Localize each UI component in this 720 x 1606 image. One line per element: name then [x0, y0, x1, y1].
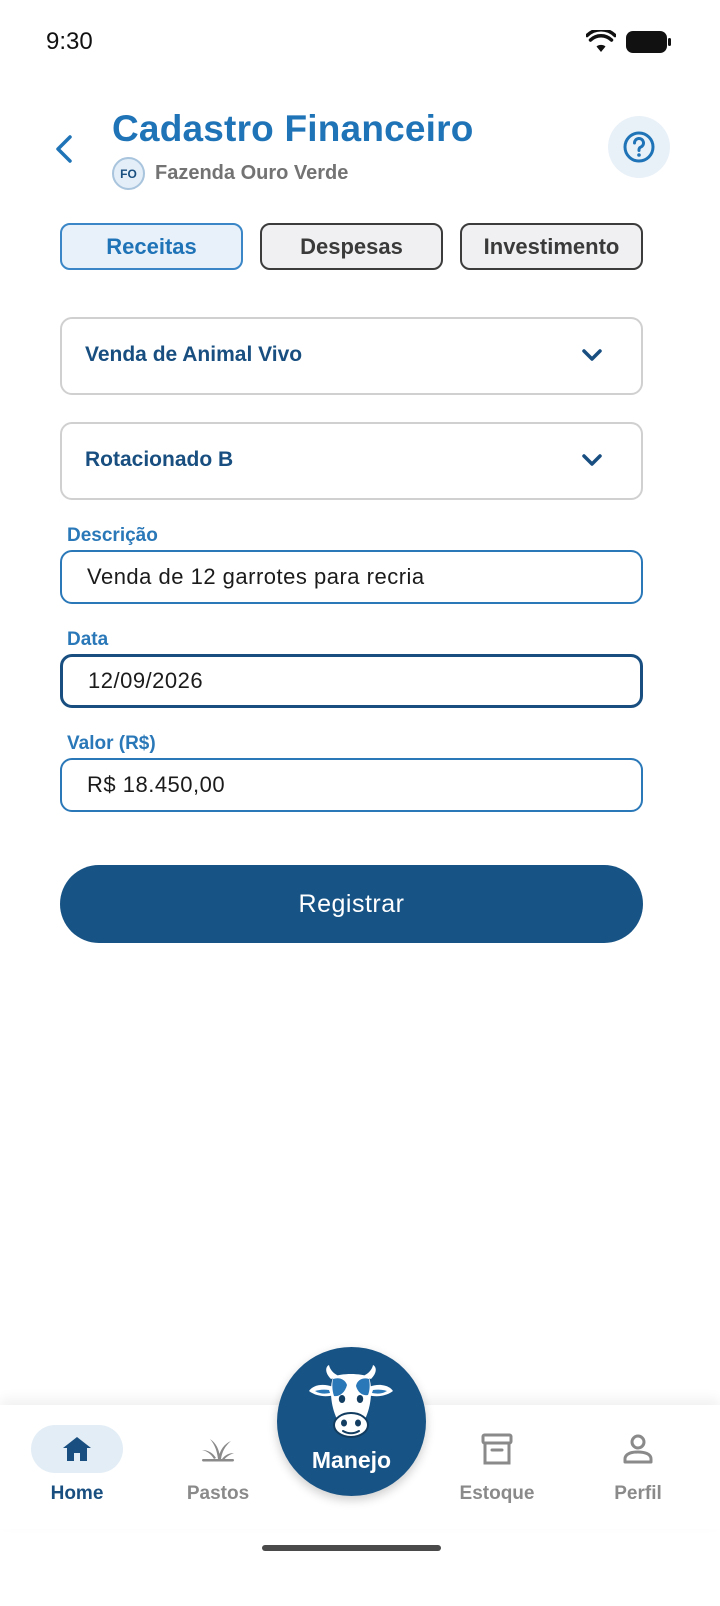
farm-selector: FO Fazenda Ouro Verde [112, 157, 348, 190]
nav-label-estoque: Estoque [459, 1483, 535, 1504]
tab-despesas[interactable]: Despesas [260, 223, 443, 270]
register-button[interactable]: Registrar [60, 865, 643, 943]
date-field[interactable] [60, 654, 643, 708]
nav-item-home[interactable]: Home [22, 1425, 132, 1515]
nav-item-perfil[interactable]: Perfil [583, 1425, 693, 1515]
amount-field[interactable] [60, 758, 643, 812]
cow-icon [309, 1365, 393, 1438]
back-button[interactable] [44, 126, 84, 172]
battery-icon [626, 31, 671, 53]
header: Cadastro Financeiro FO Fazenda Ouro Verd… [0, 100, 720, 200]
pasture-value: Rotacionado B [85, 448, 234, 471]
nav-label-pastos: Pastos [186, 1483, 250, 1504]
nav-perfil-icon-wrap [592, 1425, 684, 1473]
home-icon [63, 1437, 91, 1461]
category-select[interactable]: Venda de Animal Vivo [60, 317, 643, 395]
status-icons [586, 30, 672, 54]
pasture-select[interactable]: Rotacionado B [60, 422, 643, 500]
tab-investimento[interactable]: Investimento [460, 223, 643, 270]
nav-pastos-icon-wrap [172, 1425, 264, 1473]
farm-name: Fazenda Ouro Verde [155, 162, 349, 184]
archive-icon [481, 1433, 513, 1465]
wifi-icon [586, 30, 616, 52]
nav-item-pastos[interactable]: Pastos [163, 1425, 273, 1515]
nav-home-icon-wrap [31, 1425, 123, 1473]
tab-receitas[interactable]: Receitas [60, 223, 243, 270]
chevron-down-icon [582, 349, 602, 361]
nav-estoque-icon-wrap [451, 1425, 543, 1473]
grass-icon [202, 1439, 234, 1462]
amount-label: Valor (R$) [67, 733, 156, 754]
status-bar: 9:30 [0, 0, 720, 90]
description-field[interactable] [60, 550, 643, 604]
description-label: Descrição [67, 525, 158, 546]
status-time: 9:30 [46, 28, 93, 55]
category-value: Venda de Animal Vivo [85, 343, 303, 366]
chevron-down-icon [582, 454, 602, 466]
type-tabs: Receitas Despesas Investimento [60, 223, 643, 270]
farm-avatar: FO [112, 157, 145, 190]
nav-label-home: Home [50, 1483, 104, 1504]
nav-label-perfil: Perfil [614, 1483, 662, 1504]
chevron-left-icon [56, 135, 72, 163]
page-title: Cadastro Financeiro [112, 108, 474, 149]
manejo-fab[interactable]: Manejo [277, 1347, 426, 1496]
nav-item-estoque[interactable]: Estoque [442, 1425, 552, 1515]
person-icon [623, 1434, 653, 1464]
help-icon [623, 131, 655, 163]
help-button[interactable] [608, 116, 670, 178]
fab-label: Manejo [311, 1447, 392, 1473]
date-label: Data [67, 629, 109, 650]
home-indicator [262, 1545, 441, 1551]
